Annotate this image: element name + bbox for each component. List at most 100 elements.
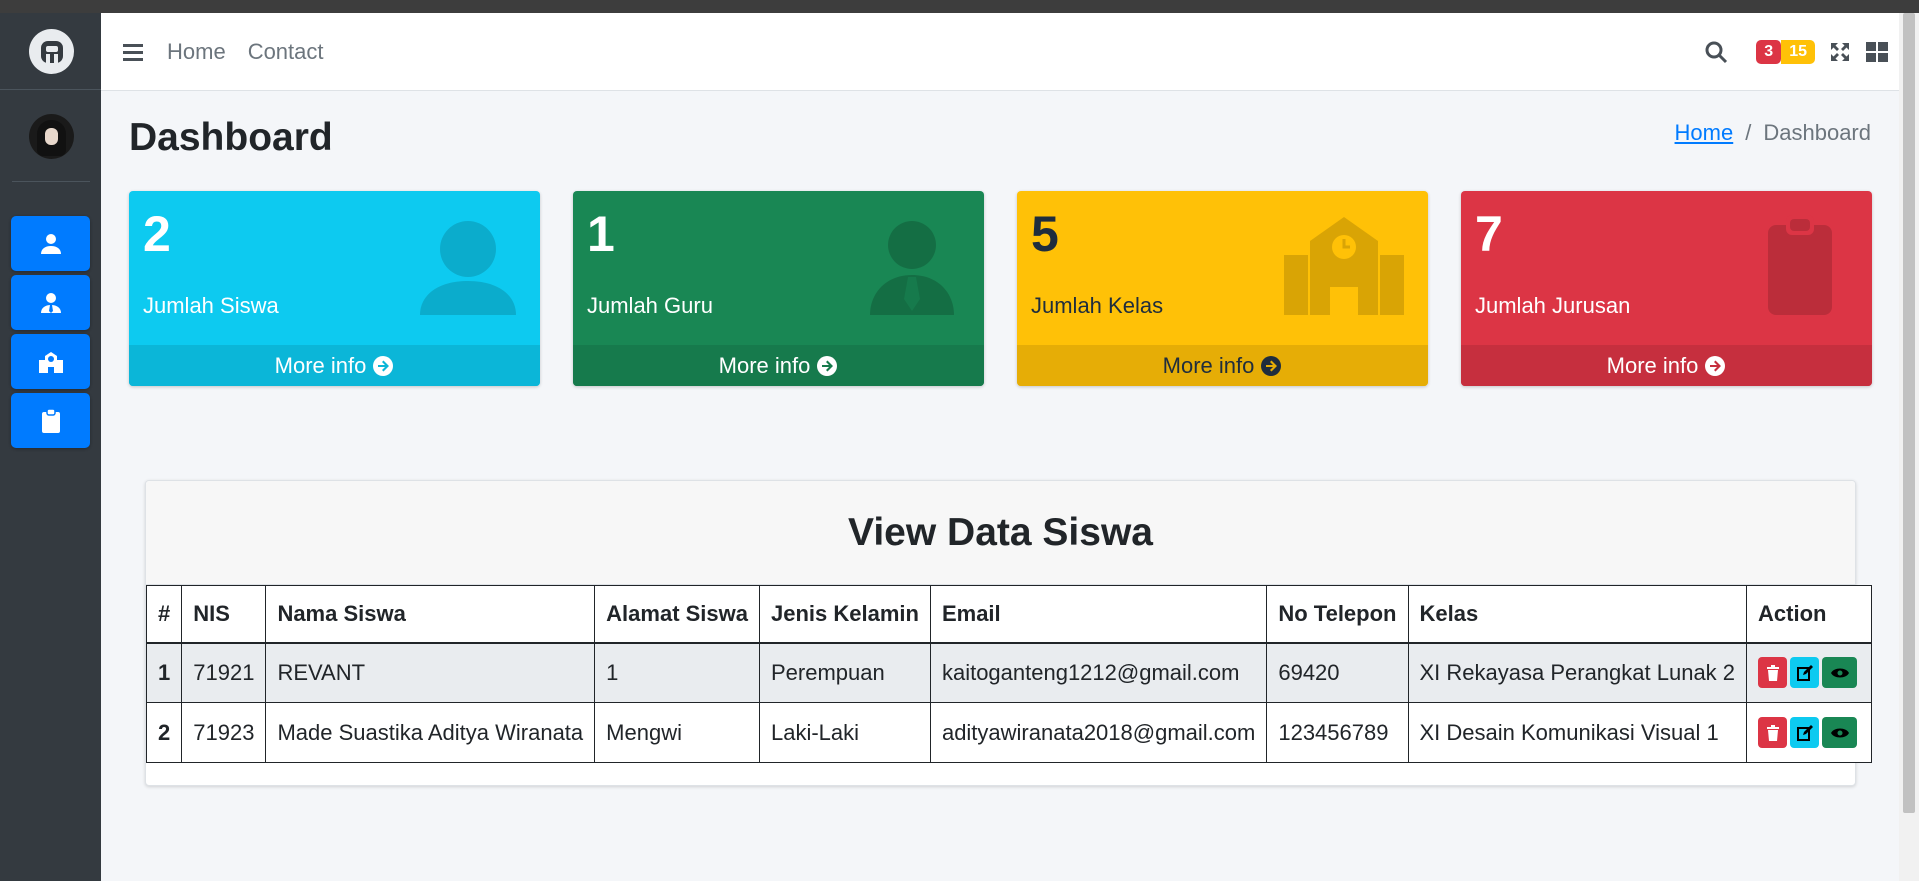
stat-box-kelas: 5 Jumlah Kelas More info [1017,191,1428,386]
edit-button[interactable] [1790,717,1820,748]
column-header: Action [1746,585,1873,644]
column-header: Nama Siswa [265,585,596,644]
data-siswa-card: View Data Siswa # NIS Nama Siswa Alamat … [145,480,1873,786]
arrow-circle-right-icon [1261,355,1282,376]
sidebar-divider [12,181,90,182]
nav-link-home[interactable]: Home [167,39,226,65]
cell-number: 1 [145,642,183,703]
edit-button[interactable] [1790,657,1820,689]
scroll-thumb[interactable] [1903,13,1915,813]
cell-action [1746,642,1873,703]
stat-label: Jumlah Guru [587,293,713,318]
breadcrumb-current: Dashboard [1763,120,1871,145]
fullscreen-icon[interactable] [1829,41,1851,63]
cell-kelas: XI Rekayasa Perangkat Lunak 2 [1407,642,1748,703]
stat-box-guru: 1 Jumlah Guru More info [573,191,984,386]
cell-jenis-kelamin: Laki-Laki [759,702,931,763]
arrow-circle-right-icon [373,355,394,376]
avatar[interactable] [29,114,74,159]
cell-telepon: 69420 [1266,642,1409,703]
top-navbar: Home Contact 3 15 [101,13,1899,91]
view-button[interactable] [1822,657,1858,689]
school-icon [1284,217,1404,315]
window-top-strip [0,0,1919,13]
cell-email: kaitoganteng1212@gmail.com [929,642,1268,703]
stat-label: Jumlah Siswa [143,293,279,318]
more-info-label: More info [1606,352,1699,378]
column-header: Alamat Siswa [594,585,760,644]
more-info-link[interactable]: More info [573,345,984,386]
nav-link-contact[interactable]: Contact [248,39,324,65]
clipboard-icon [1768,215,1832,315]
cell-email: adityawiranata2018@gmail.com [929,702,1268,763]
clipboard-icon [41,407,60,433]
card-title: View Data Siswa [146,481,1855,585]
breadcrumb: Home / Dashboard [1675,120,1871,146]
cell-action [1746,702,1873,763]
table-header-row: # NIS Nama Siswa Alamat Siswa Jenis Kela… [145,585,1873,644]
edit-icon [1796,664,1813,681]
more-info-label: More info [1162,352,1255,378]
view-button[interactable] [1822,717,1858,748]
arrow-circle-right-icon [817,355,838,376]
cell-nis: 71921 [181,642,267,703]
badge-notifications[interactable]: 15 [1781,40,1815,64]
breadcrumb-separator: / [1745,120,1752,145]
cell-jenis-kelamin: Perempuan [759,642,931,703]
column-header: No Telepon [1266,585,1409,644]
user-icon [40,233,61,254]
user-tie-icon [40,292,61,313]
more-info-label: More info [274,352,367,378]
breadcrumb-home-link[interactable]: Home [1675,120,1734,145]
notification-badges[interactable]: 3 15 [1756,40,1815,64]
cell-nama: Made Suastika Aditya Wiranata [265,702,596,763]
column-header: # [145,585,183,644]
more-info-link[interactable]: More info [1017,345,1428,386]
stat-label: Jumlah Jurusan [1475,293,1631,318]
hamburger-menu-icon[interactable] [123,42,145,62]
column-header: Email [929,585,1268,644]
sidebar-item-siswa[interactable] [11,216,90,271]
school-icon [38,351,63,373]
badge-messages[interactable]: 3 [1756,40,1782,64]
cell-nis: 71923 [181,702,267,763]
more-info-link[interactable]: More info [129,345,540,386]
eye-icon [1830,668,1849,678]
scrollbar[interactable] [1899,13,1919,881]
brand[interactable] [0,13,101,90]
data-table: # NIS Nama Siswa Alamat Siswa Jenis Kela… [145,585,1873,763]
stat-label: Jumlah Kelas [1031,293,1164,318]
brand-logo-icon[interactable] [29,29,74,74]
arrow-circle-right-icon [1705,355,1726,376]
control-sidebar-icon[interactable] [1865,41,1889,63]
stat-count: 7 [1475,206,1503,262]
delete-button[interactable] [1758,657,1788,689]
cell-alamat: Mengwi [594,702,760,763]
column-header: Kelas [1407,585,1748,644]
cell-nama: REVANT [265,642,596,703]
cell-alamat: 1 [594,642,760,703]
user-icon [420,221,516,315]
more-info-label: More info [718,352,811,378]
stat-box-jurusan: 7 Jumlah Jurusan More info [1461,191,1872,386]
delete-button[interactable] [1758,717,1788,748]
more-info-link[interactable]: More info [1461,345,1872,386]
user-tie-icon [870,221,954,315]
cell-number: 2 [145,702,183,763]
stat-box-siswa: 2 Jumlah Siswa More info [129,191,540,386]
cell-telepon: 123456789 [1266,702,1409,763]
stat-count: 2 [143,206,171,262]
sidebar-item-jurusan[interactable] [11,393,90,448]
stat-count: 1 [587,206,615,262]
column-header: NIS [181,585,267,644]
search-icon[interactable] [1704,40,1728,64]
column-header: Jenis Kelamin [759,585,931,644]
sidebar-item-kelas[interactable] [11,334,90,389]
sidebar [0,13,101,881]
cell-kelas: XI Desain Komunikasi Visual 1 [1407,702,1748,763]
table-row: 1 71921 REVANT 1 Perempuan kaitoganteng1… [145,642,1873,703]
edit-icon [1796,724,1813,741]
trash-icon [1766,664,1779,681]
sidebar-item-guru[interactable] [11,275,90,330]
eye-icon [1830,728,1849,737]
